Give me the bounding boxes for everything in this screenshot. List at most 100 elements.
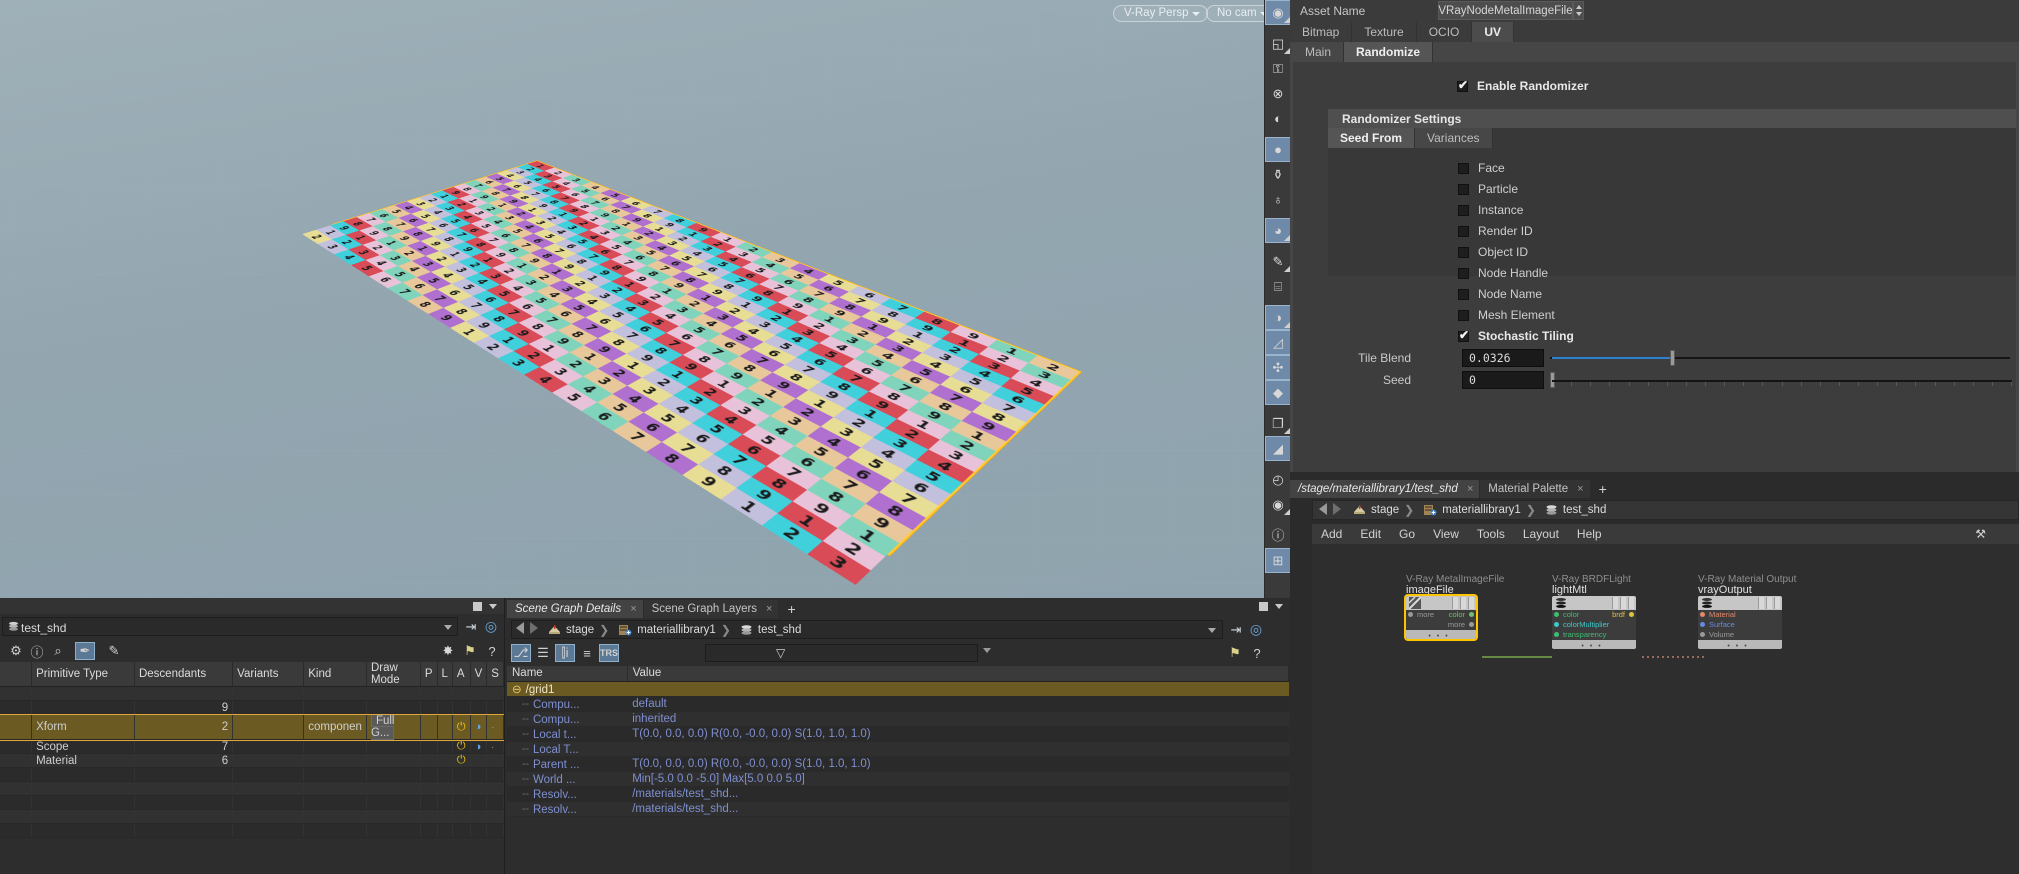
seed-from-face[interactable]: Face xyxy=(1458,160,1505,176)
cell-l[interactable] xyxy=(437,753,453,768)
node-header[interactable] xyxy=(1406,596,1476,610)
power-icon[interactable]: ⏻ xyxy=(457,754,466,766)
cell-draw-mode[interactable] xyxy=(366,795,421,810)
diamond-icon[interactable]: ◆ xyxy=(1265,380,1291,405)
visibility-icon[interactable]: ◑ xyxy=(475,741,482,753)
gear-icon[interactable]: ✸ xyxy=(438,642,458,660)
column-header-kind[interactable]: Kind xyxy=(303,662,367,687)
table-row[interactable]: 9 xyxy=(0,700,504,715)
cell-draw-mode[interactable] xyxy=(366,767,421,782)
network-tabs[interactable]: /stage/materiallibrary1/test_shd × Materia… xyxy=(1290,480,1616,498)
visibility-icon[interactable]: ◑ xyxy=(475,721,482,733)
filter-input[interactable]: ▽ xyxy=(705,644,978,662)
pick-tool-icon[interactable]: ✎ xyxy=(104,642,124,660)
seed-from-instance[interactable]: Instance xyxy=(1458,202,1523,218)
column-header-variants[interactable]: Variants xyxy=(232,662,305,687)
cell-expand[interactable] xyxy=(0,823,33,838)
column-header-v[interactable]: V xyxy=(470,662,488,687)
cell-l[interactable] xyxy=(437,700,453,715)
close-icon[interactable]: × xyxy=(766,600,772,618)
checkered-grid-plane[interactable]: 1234567891234567891223456789123456789123… xyxy=(302,160,1082,585)
tab-[interactable]: + xyxy=(1591,480,1615,498)
seed-from-stochastic-tiling[interactable]: Stochastic Tiling xyxy=(1458,328,1574,344)
cell-p[interactable] xyxy=(420,795,438,810)
cell-expand[interactable] xyxy=(0,739,33,754)
trs-icon[interactable]: TRS xyxy=(599,644,619,662)
node-body[interactable]: color brdf colorMultiplier transparency ••• xyxy=(1552,596,1636,650)
spot-light-icon[interactable]: ♁ xyxy=(1265,187,1291,212)
table-row[interactable]: ⊖/grid1 xyxy=(507,681,1289,697)
info-icon[interactable]: ⓘ xyxy=(1265,523,1291,548)
point-light-icon[interactable]: ⚱ xyxy=(1265,162,1291,187)
params-tabs-level3[interactable]: Seed From Variances xyxy=(1328,128,1493,148)
details-table[interactable]: Name Value ⊖/grid1 ╌ Compu... default ╌ Compu.… xyxy=(507,666,1290,817)
checkbox[interactable] xyxy=(1458,162,1469,174)
ground-plane-icon[interactable]: ◢ xyxy=(1265,436,1291,461)
cell-s[interactable] xyxy=(486,686,504,701)
collapse-icon[interactable]: ⊖ xyxy=(512,684,522,696)
close-icon[interactable]: × xyxy=(630,600,636,618)
tab-material-palette[interactable]: Material Palette × xyxy=(1480,480,1590,498)
menu-tools[interactable]: Tools xyxy=(1468,524,1514,544)
checkbox[interactable] xyxy=(1458,204,1469,216)
output-port-brdf[interactable] xyxy=(1629,612,1634,617)
parameter-sliders-icon[interactable]: ⚙ xyxy=(6,642,26,660)
cell-a[interactable] xyxy=(452,686,471,701)
close-icon[interactable]: × xyxy=(1577,480,1583,498)
breadcrumb-item-stage[interactable]: stage ❯ xyxy=(1349,500,1419,520)
cell-a[interactable] xyxy=(452,781,471,796)
cell-p[interactable] xyxy=(420,753,438,768)
cell-l[interactable] xyxy=(437,823,453,838)
node-flags[interactable] xyxy=(1452,597,1474,609)
tree-toolbar[interactable]: ⚙ ⓘ ⌕ ✒ ✎ ✸ ⚑? xyxy=(0,640,504,662)
nav-back-icon[interactable] xyxy=(516,622,524,637)
cell-a[interactable] xyxy=(452,809,471,824)
menu-go[interactable]: Go xyxy=(1390,524,1424,544)
node-body[interactable]: more color more ••• xyxy=(1406,596,1476,640)
cell-expand[interactable] xyxy=(0,714,33,740)
cell-draw-mode[interactable] xyxy=(366,686,421,701)
node-footer[interactable]: ••• xyxy=(1698,640,1782,650)
table-row[interactable]: ╌ Parent ... T(0.0, 0.0, 0.0) R(0.0, -0.0,… xyxy=(507,756,1289,772)
seed-track[interactable] xyxy=(1552,380,2012,382)
tree-view-icon[interactable]: ⎇ xyxy=(511,644,531,662)
menu-help[interactable]: Help xyxy=(1568,524,1611,544)
cell-p[interactable] xyxy=(420,714,438,740)
tab-uv[interactable]: UV xyxy=(1472,22,1515,42)
help-icon[interactable]: ? xyxy=(1247,644,1267,662)
cell-l[interactable] xyxy=(437,714,453,740)
help-icon[interactable]: ? xyxy=(482,642,502,660)
maximize-icon[interactable] xyxy=(1259,602,1268,611)
table-row[interactable]: Material 6 ⏻ xyxy=(0,753,504,768)
tab-ocio[interactable]: OCIO xyxy=(1416,22,1473,42)
asset-name-stepper[interactable] xyxy=(1573,1,1584,20)
cell-s[interactable] xyxy=(486,795,504,810)
table-row[interactable]: ╌ Compu... default xyxy=(507,696,1289,712)
input-port-more[interactable] xyxy=(1408,612,1413,617)
table-row[interactable]: ╌ Local t... T(0.0, 0.0, 0.0) R(0.0, -0.0,… xyxy=(507,726,1289,742)
nav-forward-icon[interactable] xyxy=(1333,502,1341,518)
split-view-icon[interactable]: ⌸ xyxy=(1265,274,1291,299)
tab-variances[interactable]: Variances xyxy=(1415,128,1493,148)
table-row[interactable] xyxy=(0,781,504,796)
checkbox[interactable] xyxy=(1458,183,1469,195)
camera-persp-button[interactable]: V-Ray Persp xyxy=(1113,5,1208,22)
cell-expand[interactable] xyxy=(0,781,33,796)
panel-menu-icon[interactable] xyxy=(489,604,497,609)
params-tabs-level2[interactable]: Main Randomize xyxy=(1293,42,1434,62)
zoom-in-icon[interactable]: ⌕ xyxy=(48,642,68,660)
tools-wrench-icon[interactable]: ⚒ xyxy=(1966,524,1995,544)
cell-s[interactable] xyxy=(486,700,504,715)
primitive-tree-table[interactable]: Primitive Type Descendants Variants Kind Dra… xyxy=(0,662,505,838)
cell-l[interactable] xyxy=(437,686,453,701)
tile-blend-knob[interactable] xyxy=(1669,350,1675,366)
handle-icon[interactable]: ✣ xyxy=(1265,355,1291,380)
pin-selection-icon[interactable]: ✒ xyxy=(75,642,95,660)
cell-draw-mode[interactable]: Full G... xyxy=(366,714,421,740)
column-view-icon[interactable]: ⫿i xyxy=(555,644,575,662)
cell-expand[interactable] xyxy=(0,700,33,715)
material-ball-icon[interactable]: ◕ xyxy=(1265,218,1291,243)
cell-v[interactable] xyxy=(470,767,488,782)
cell-draw-mode[interactable] xyxy=(366,823,421,838)
power-icon[interactable]: ⏻ xyxy=(457,740,466,752)
